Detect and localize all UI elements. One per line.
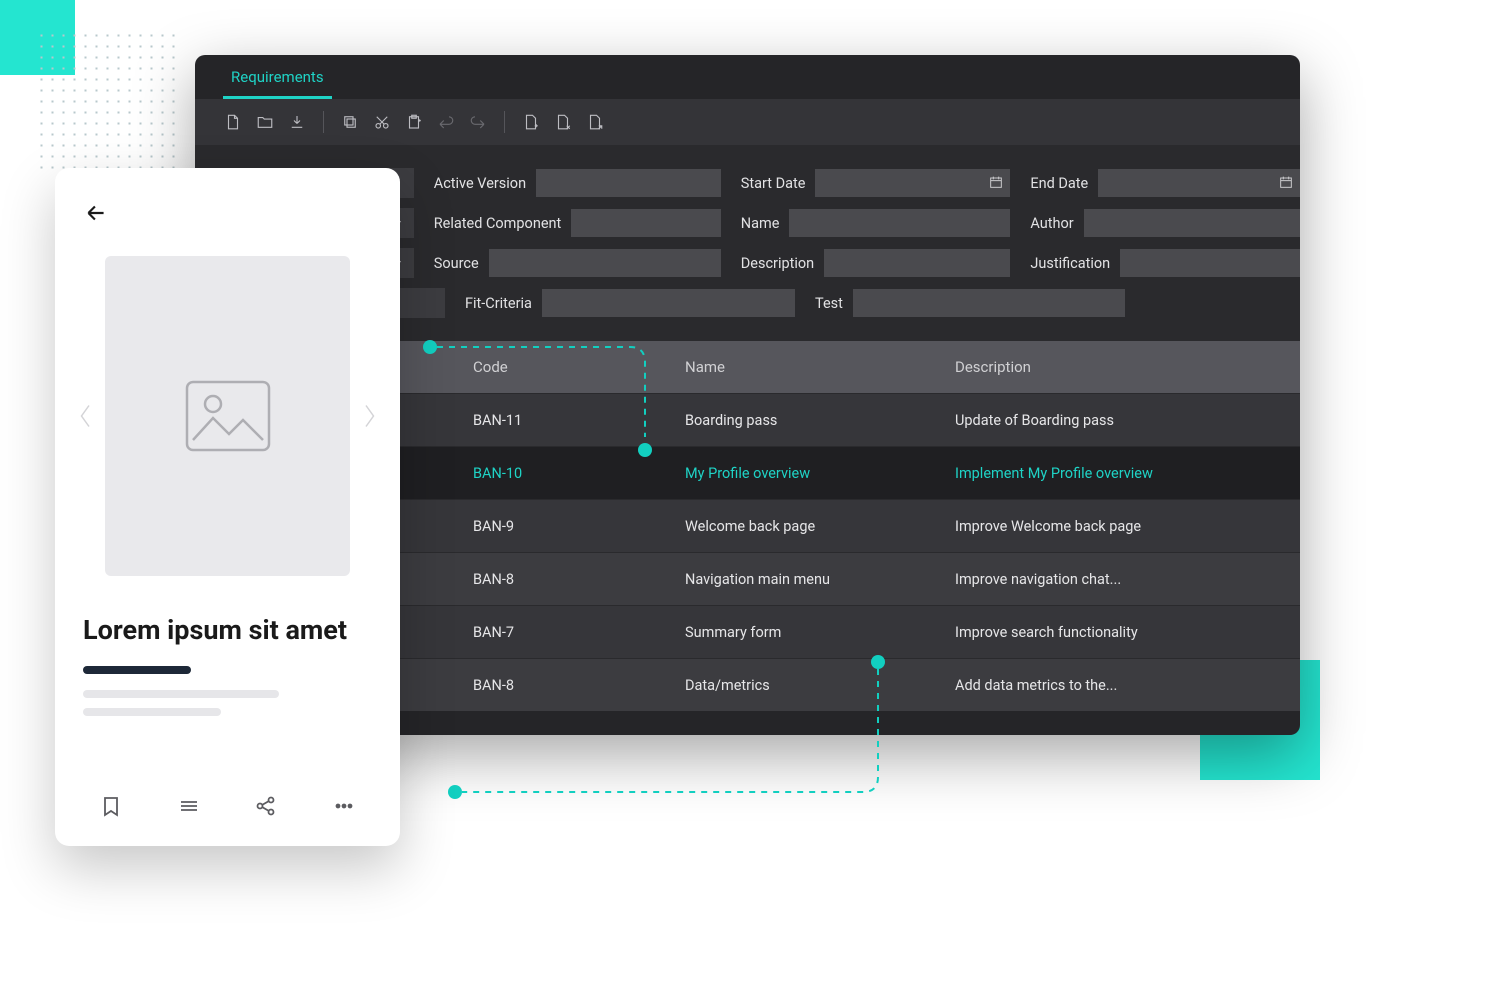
cell-name: Data/metrics (625, 677, 925, 694)
decorative-dots (36, 30, 176, 170)
col-header-description[interactable]: Description (925, 358, 1300, 376)
label-fit-criteria: Fit-Criteria (465, 295, 532, 312)
col-header-name[interactable]: Name (625, 358, 925, 376)
paste-icon[interactable] (404, 112, 424, 132)
cell-name: Summary form (625, 624, 925, 641)
file-remove-icon[interactable] (553, 112, 573, 132)
new-file-icon[interactable] (223, 112, 243, 132)
cell-description: Improve Welcome back page (925, 518, 1300, 535)
input-start-date[interactable] (815, 169, 1010, 197)
tab-bar: Requirements (195, 55, 1300, 99)
label-end-date: End Date (1030, 175, 1088, 192)
input-end-date[interactable] (1098, 169, 1300, 197)
input-source[interactable] (489, 249, 721, 277)
cell-description: Improve search functionality (925, 624, 1300, 641)
toolbar (195, 99, 1300, 145)
label-active-version: Active Version (434, 175, 526, 192)
input-justification[interactable] (1120, 249, 1300, 277)
cell-name: Boarding pass (625, 412, 925, 429)
label-source: Source (434, 255, 479, 272)
accent-bar (83, 666, 191, 674)
cut-icon[interactable] (372, 112, 392, 132)
chevron-left-icon[interactable] (77, 400, 95, 432)
label-test: Test (815, 295, 843, 312)
menu-icon[interactable] (177, 794, 201, 818)
input-description[interactable] (824, 249, 1010, 277)
input-active-version[interactable] (536, 169, 721, 197)
toolbar-separator (504, 111, 505, 133)
file-export-icon[interactable] (585, 112, 605, 132)
copy-icon[interactable] (340, 112, 360, 132)
card-bottom-nav (83, 784, 372, 828)
input-test[interactable] (853, 289, 1125, 317)
input-author[interactable] (1084, 209, 1300, 237)
input-fit-criteria[interactable] (542, 289, 795, 317)
tab-requirements[interactable]: Requirements (223, 68, 332, 99)
folder-icon[interactable] (255, 112, 275, 132)
cell-description: Improve navigation chat... (925, 571, 1300, 588)
cell-name: Navigation main menu (625, 571, 925, 588)
toolbar-separator (323, 111, 324, 133)
cell-name: My Profile overview (625, 465, 925, 482)
bookmark-icon[interactable] (99, 794, 123, 818)
cell-description: Implement My Profile overview (925, 465, 1300, 482)
back-arrow-icon[interactable] (83, 200, 109, 226)
share-icon[interactable] (254, 794, 278, 818)
chevron-right-icon[interactable] (360, 400, 378, 432)
input-name[interactable] (789, 209, 1010, 237)
mobile-card: Lorem ipsum sit amet (55, 168, 400, 846)
cell-description: Add data metrics to the... (925, 677, 1300, 694)
text-placeholder-line (83, 690, 279, 698)
undo-icon[interactable] (436, 112, 456, 132)
file-add-icon[interactable] (521, 112, 541, 132)
label-related-component: Related Component (434, 215, 562, 232)
label-author: Author (1030, 215, 1073, 232)
calendar-icon[interactable] (988, 174, 1004, 190)
download-icon[interactable] (287, 112, 307, 132)
label-justification: Justification (1030, 255, 1110, 272)
text-placeholder-line (83, 708, 221, 716)
label-description: Description (741, 255, 814, 272)
input-related-component[interactable] (571, 209, 720, 237)
cell-description: Update of Boarding pass (925, 412, 1300, 429)
card-title: Lorem ipsum sit amet (83, 614, 372, 648)
image-placeholder (105, 256, 350, 576)
label-name: Name (741, 215, 780, 232)
redo-icon[interactable] (468, 112, 488, 132)
cell-name: Welcome back page (625, 518, 925, 535)
calendar-icon[interactable] (1278, 174, 1294, 190)
label-start-date: Start Date (741, 175, 806, 192)
more-icon[interactable] (332, 794, 356, 818)
